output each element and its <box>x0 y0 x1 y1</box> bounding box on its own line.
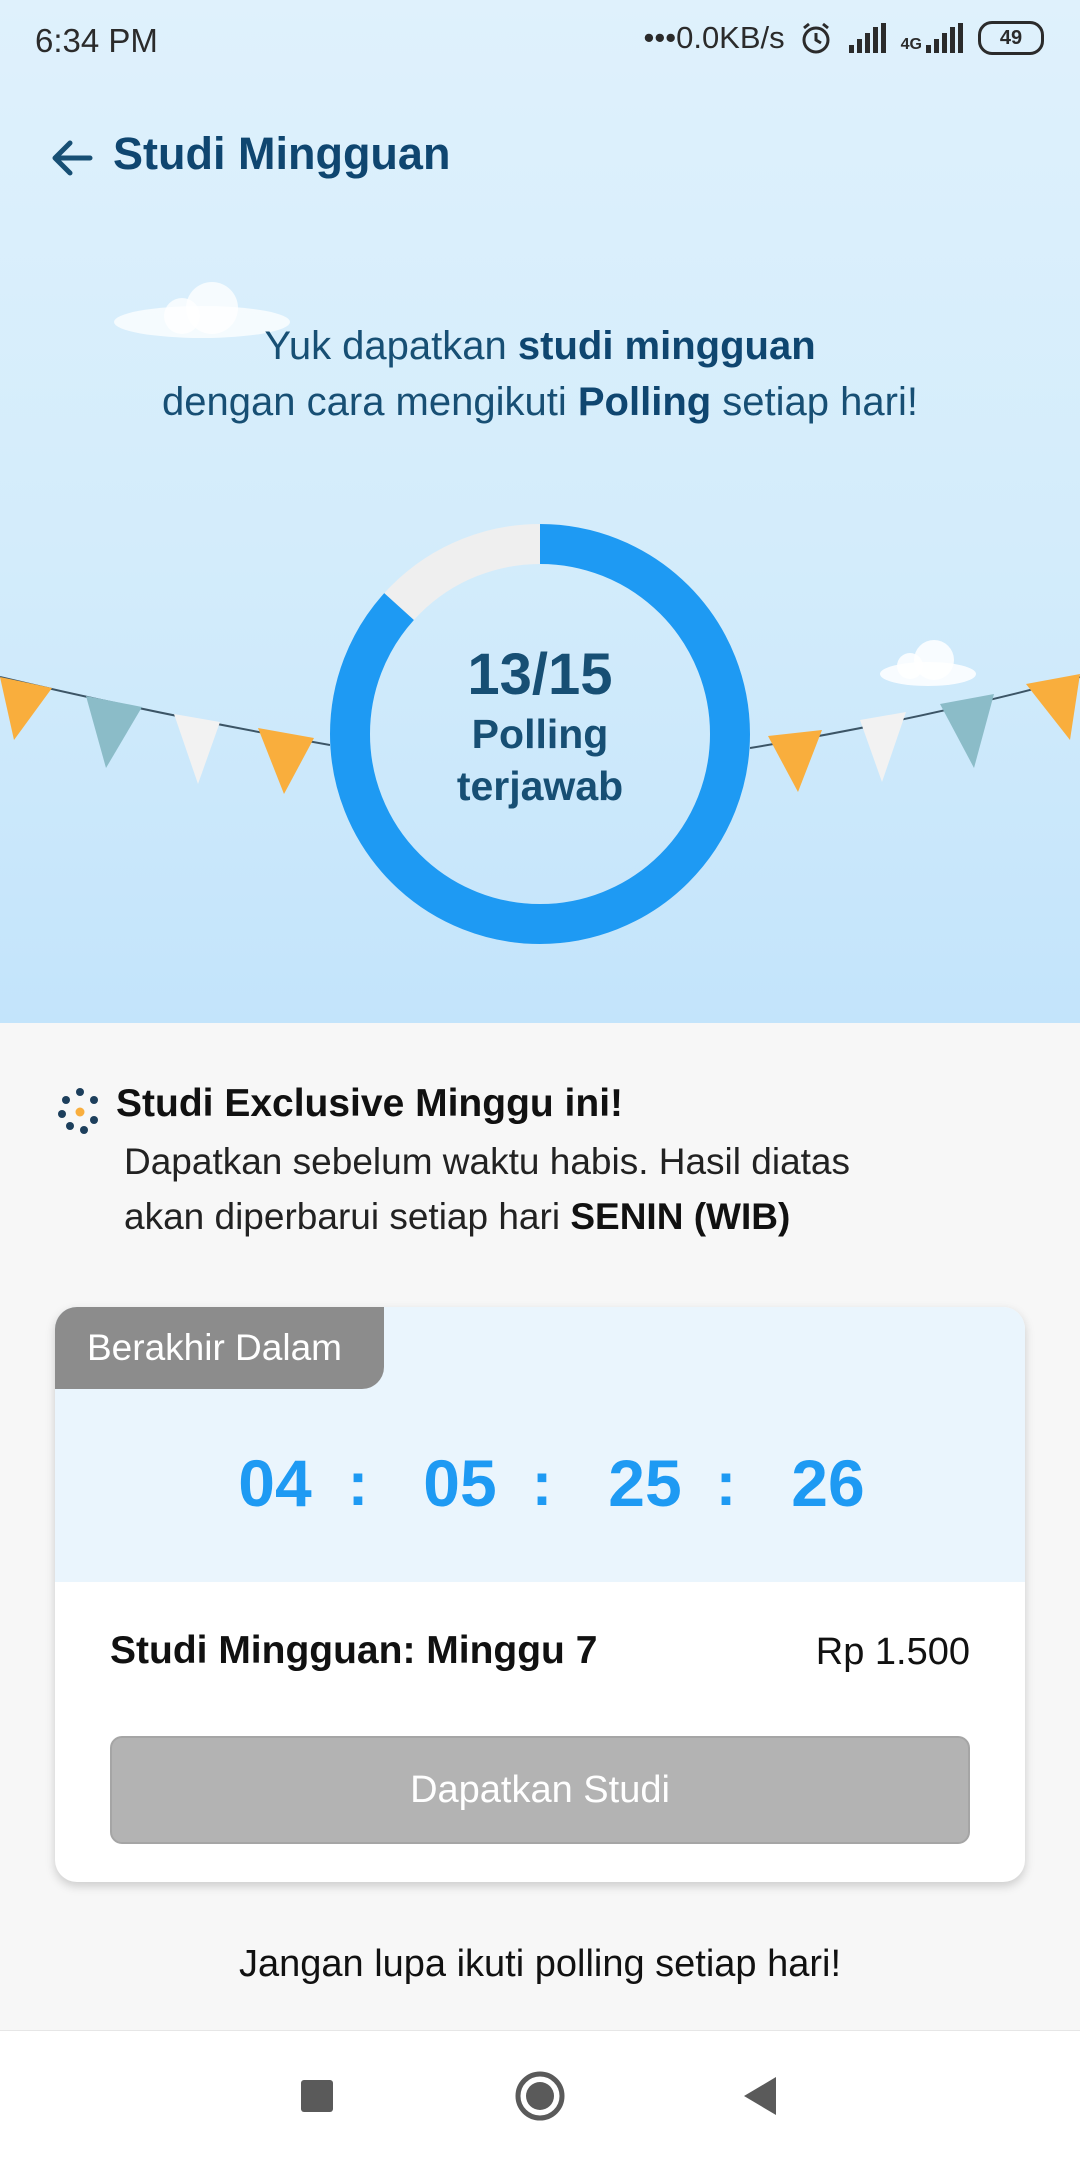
progress-label-2: terjawab <box>456 763 624 809</box>
timer-seconds: 26 <box>791 1446 865 1520</box>
timer-separator: : <box>531 1450 553 1519</box>
ends-in-badge: Berakhir Dalam <box>55 1307 384 1389</box>
intro-line-1: Yuk dapatkan studi mingguan <box>264 324 816 368</box>
timer-separator: : <box>715 1450 737 1519</box>
battery-icon: 49 <box>978 21 1044 55</box>
bunting-right-decoration <box>750 674 1080 792</box>
signal-icon <box>848 23 886 53</box>
countdown-timer: 04 : 05 : 25 : 26 <box>55 1445 1025 1545</box>
polling-progress-ring: 13/15 Polling terjawab <box>328 522 752 946</box>
back-triangle-icon[interactable] <box>728 2061 798 2131</box>
countdown-panel: Berakhir Dalam 04 : 05 : 25 : 26 <box>55 1307 1025 1582</box>
timer-days: 04 <box>238 1446 312 1520</box>
progress-count: 13/15 <box>467 642 613 707</box>
signal-4g-icon: 4G <box>901 23 964 53</box>
intro-line-2: dengan cara mengikuti Polling setiap har… <box>162 380 918 424</box>
status-icons: •••0.0KB/s 4G 49 <box>644 20 1044 56</box>
get-study-button[interactable]: Dapatkan Studi <box>110 1736 970 1844</box>
page-title: Studi Mingguan <box>113 128 451 179</box>
bunting-left-decoration <box>0 676 330 794</box>
product-price: Rp 1.500 <box>815 1631 970 1673</box>
study-section-description: Dapatkan sebelum waktu habis. Hasil diat… <box>124 1141 850 1237</box>
recent-apps-icon[interactable] <box>282 2061 352 2131</box>
product-name: Studi Mingguan: Minggu 7 <box>110 1629 598 1672</box>
timer-hours: 05 <box>423 1446 497 1520</box>
progress-text: 13/15 Polling terjawab <box>328 642 752 812</box>
network-speed: •••0.0KB/s <box>643 20 785 55</box>
hero-banner: 6:34 PM •••0.0KB/s 4G 49 Studi Mingguan … <box>0 0 1080 1023</box>
weekly-study-card: Berakhir Dalam 04 : 05 : 25 : 26 Studi M… <box>55 1307 1025 1882</box>
system-nav-bar <box>0 2030 1080 2161</box>
progress-label-1: Polling <box>471 711 609 757</box>
alarm-icon <box>802 22 830 54</box>
arrow-left-icon[interactable] <box>44 130 100 186</box>
app-bar: Studi Mingguan <box>0 110 1080 200</box>
home-icon[interactable] <box>505 2061 575 2131</box>
study-section-title: Studi Exclusive Minggu ini! <box>116 1082 624 1125</box>
status-bar: 6:34 PM •••0.0KB/s 4G 49 <box>0 0 1080 82</box>
timer-minutes: 25 <box>608 1446 682 1520</box>
sparkle-dots-icon <box>58 1088 98 1134</box>
intro-text: Yuk dapatkan studi mingguan dengan cara … <box>0 318 1080 430</box>
polling-reminder: Jangan lupa ikuti polling setiap hari! <box>238 1943 842 1985</box>
timer-separator: : <box>347 1450 369 1519</box>
status-time: 6:34 PM <box>35 22 158 59</box>
